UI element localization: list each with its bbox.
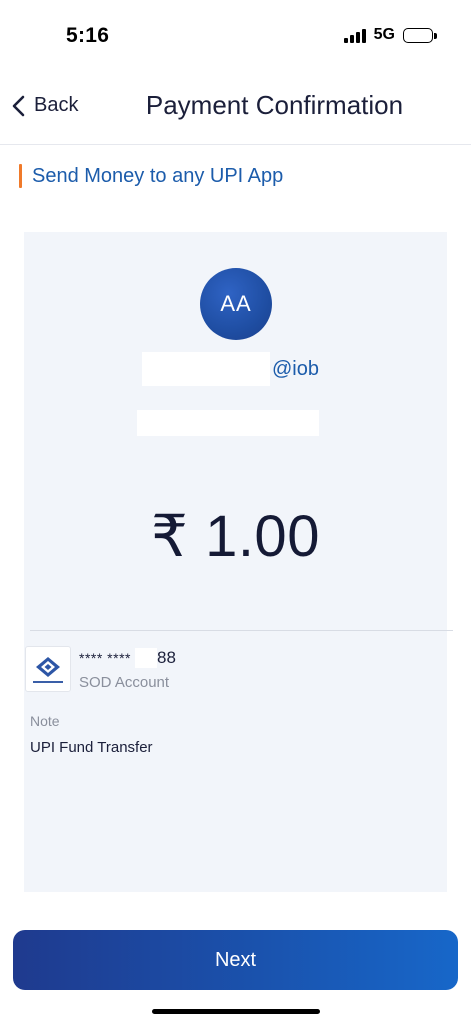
account-number-redaction: [134, 647, 157, 668]
bank-logo-strip: [33, 680, 63, 683]
cellular-signal-icon: [343, 28, 366, 43]
battery-icon: [403, 27, 437, 43]
bank-logo: [25, 646, 71, 692]
status-time: 5:16: [66, 24, 110, 47]
payment-summary-card: AA @iob ₹ 1.00: [24, 232, 447, 892]
status-bar: 5:16 5G: [0, 0, 471, 70]
next-button[interactable]: Next: [13, 930, 458, 990]
account-number-prefix: **** ****: [79, 649, 131, 666]
payee-vpa: @iob: [142, 352, 319, 386]
vpa-suffix: @iob: [272, 357, 319, 380]
payee-name-redaction: [137, 410, 319, 436]
bank-emblem-icon: [36, 656, 60, 677]
note-value: UPI Fund Transfer: [30, 739, 153, 756]
payment-confirmation-screen: 5:16 5G Back Payment Confirmation Send M…: [0, 0, 471, 1024]
section-heading-text: Send Money to any UPI App: [32, 164, 284, 187]
section-marker: [19, 164, 22, 188]
account-number: **** **** 88: [79, 647, 176, 668]
avatar-initials: AA: [220, 291, 252, 316]
debit-account: **** **** 88 SOD Account: [25, 646, 176, 692]
vpa-redaction: [142, 352, 270, 386]
network-type: 5G: [373, 26, 395, 43]
home-indicator: [152, 1009, 320, 1014]
account-number-suffix: 88: [156, 647, 176, 667]
payment-amount: ₹ 1.00: [151, 504, 320, 569]
divider: [30, 630, 453, 631]
page-title: Payment Confirmation: [145, 90, 404, 120]
header: Back Payment Confirmation: [0, 70, 471, 145]
account-type: SOD Account: [79, 673, 170, 691]
status-indicators: 5G: [343, 26, 437, 44]
section-heading: Send Money to any UPI App: [19, 164, 283, 188]
account-info: **** **** 88 SOD Account: [79, 647, 176, 691]
note-label: Note: [30, 713, 60, 729]
avatar: AA: [200, 268, 272, 340]
